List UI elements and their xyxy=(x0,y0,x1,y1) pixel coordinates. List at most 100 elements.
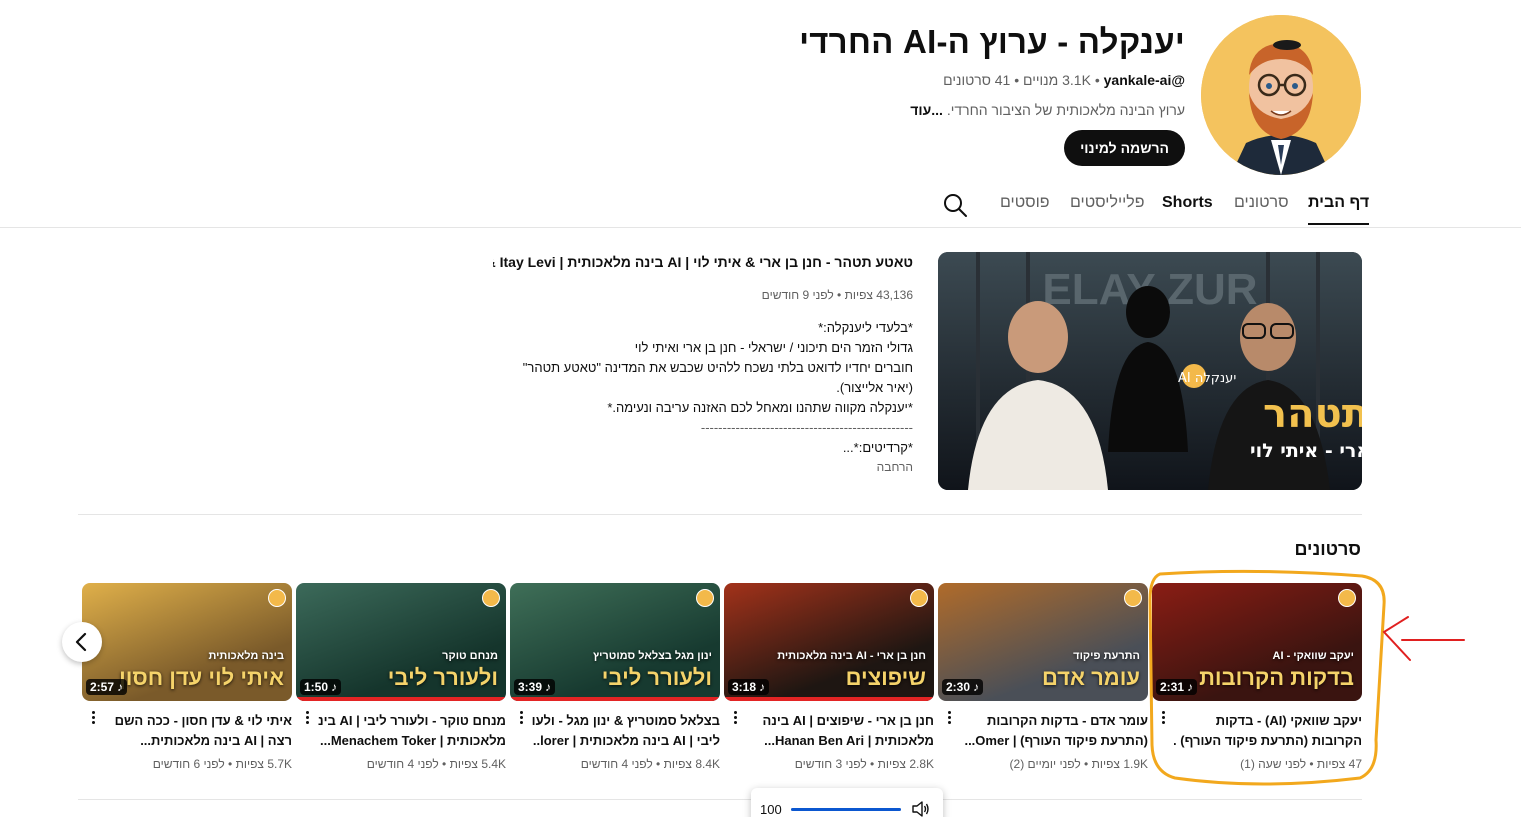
more-options-icon[interactable] xyxy=(518,709,524,727)
featured-thumbnail-art: ELAY ZUR טאטע תטהר חנן בן ארי - איתי לוי… xyxy=(938,252,1362,490)
tab-videos[interactable]: סרטונים xyxy=(1234,194,1289,212)
video-title[interactable]: איתי לוי & עדן חסון - ככה השם רצה | AI ב… xyxy=(82,711,292,751)
video-title-line: (התרעת פיקוד העורף) | Omer... xyxy=(964,733,1148,748)
more-options-icon[interactable] xyxy=(946,709,952,727)
video-title-line: רצה | AI בינה מלאכותית... xyxy=(140,733,292,748)
meta-separator: ‏ • xyxy=(1010,72,1024,88)
video-title[interactable]: חנן בן ארי - שיפוצים | AI בינה מלאכותית … xyxy=(724,711,934,751)
channel-avatar[interactable] xyxy=(1201,15,1361,175)
channel-tabs: דף הבית סרטונים Shorts פלייליסטים פוסטים xyxy=(0,188,1521,228)
chevron-left-icon xyxy=(75,632,87,652)
section-divider xyxy=(78,514,1362,515)
description-more-link[interactable]: ...עוד xyxy=(910,102,947,118)
desc-line: *יענקלה מקווה שתהנו ומאחל לכם האזנה עריב… xyxy=(607,400,913,415)
video-title[interactable]: בצלאל סמוטריץ & ינון מגל - ולעורר ליבי |… xyxy=(510,711,720,751)
videos-section-title[interactable]: סרטונים xyxy=(1294,539,1361,560)
video-card[interactable]: יעקב שוואקי - AI בדקות הקרובות 2:31 ♪ יעק… xyxy=(1152,583,1362,771)
more-options-icon[interactable] xyxy=(304,709,310,727)
subscriber-count: 3.1K מנויים xyxy=(1023,72,1091,88)
video-title-line: עומר אדם - בדקות הקרובות xyxy=(987,713,1148,728)
watch-progress-bar xyxy=(296,697,506,701)
desc-line: *קרדיטים:*... xyxy=(842,440,913,455)
subscribe-button[interactable]: הרשמה למינוי xyxy=(1064,130,1185,166)
channel-badge-icon xyxy=(1338,589,1356,607)
video-duration: 3:18 ♪ xyxy=(728,679,770,695)
video-duration: 1:50 ♪ xyxy=(300,679,342,695)
thumbnail-overlay-small: ינון מגל בצלאל סמוטריץ xyxy=(593,650,712,663)
more-options-icon[interactable] xyxy=(90,709,96,727)
volume-popup[interactable]: 100 xyxy=(751,788,943,817)
speaker-icon[interactable] xyxy=(912,801,930,817)
volume-slider[interactable] xyxy=(791,808,901,811)
desc-line: חוברים יחדיו לדואט בלתי נשכח ללהיט שכבש … xyxy=(522,360,913,375)
video-title-line: יעקב שוואקי (AI) - בדקות xyxy=(1215,713,1362,728)
desc-line: גדולי הזמר הים תיכוני / ישראלי - חנן בן … xyxy=(634,340,913,355)
video-meta: 5.7K צפיות • לפני 6 חודשים xyxy=(152,757,292,771)
cartoon-avatar-icon xyxy=(1201,15,1361,175)
video-thumbnail[interactable]: יעקב שוואקי - AI בדקות הקרובות 2:31 ♪ xyxy=(1152,583,1362,701)
video-meta: 5.4K צפיות • לפני 4 חודשים xyxy=(366,757,506,771)
channel-handle: @yankale-ai xyxy=(1103,72,1185,88)
shelf-previous-button[interactable] xyxy=(62,622,102,662)
video-card[interactable]: ינון מגל בצלאל סמוטריץ ולעורר ליבי 3:39 ♪… xyxy=(510,583,720,771)
more-options-icon[interactable] xyxy=(1160,709,1166,727)
video-card[interactable]: מנחם טוקר ולעורר ליבי 1:50 ♪ מנחם טוקר - … xyxy=(296,583,506,771)
featured-video-title[interactable]: טאטע תטהר - חנן בן ארי & איתי לוי | AI ב… xyxy=(493,252,913,272)
video-title-line: הקרובות (התרעת פיקוד העורף) ... xyxy=(1174,733,1362,748)
video-title-line: בצלאל סמוטריץ & ינון מגל - ולעורר xyxy=(532,713,720,728)
featured-video-thumbnail[interactable]: ELAY ZUR טאטע תטהר חנן בן ארי - איתי לוי… xyxy=(938,252,1362,490)
video-card[interactable]: התרעת פיקוד עומר אדם 2:30 ♪ עומר אדם - בד… xyxy=(938,583,1148,771)
video-duration: 2:57 ♪ xyxy=(86,679,128,695)
desc-line: *בלעדי ליענקלה:* xyxy=(818,320,913,335)
channel-badge-icon xyxy=(1124,589,1142,607)
video-meta: 2.8K צפיות • לפני 3 חודשים xyxy=(794,757,934,771)
tab-shorts[interactable]: Shorts xyxy=(1162,194,1213,212)
music-note-icon: ♪ xyxy=(759,680,766,694)
channel-meta: @yankale-ai‏ • 3.1K מנויים‏ • 41 סרטונים xyxy=(585,72,1185,88)
desc-line: ----------------------------------------… xyxy=(700,420,913,435)
channel-badge-icon xyxy=(910,589,928,607)
video-thumbnail[interactable]: מנחם טוקר ולעורר ליבי 1:50 ♪ xyxy=(296,583,506,701)
channel-badge-icon xyxy=(268,589,286,607)
video-card[interactable]: חנן בן ארי - AI בינה מלאכותית שיפוצים 3:… xyxy=(724,583,934,771)
video-meta: 8.4K צפיות • לפני 4 חודשים xyxy=(580,757,720,771)
video-title-line: מנחם טוקר - ולעורר ליבי | AI בינה xyxy=(318,713,506,728)
more-options-icon[interactable] xyxy=(732,709,738,727)
thumbnail-overlay-small: התרעת פיקוד xyxy=(1073,650,1140,663)
channel-badge-icon xyxy=(696,589,714,607)
video-duration: 2:30 ♪ xyxy=(942,679,984,695)
video-card[interactable]: בינה מלאכותית איתי לוי עדן חסון 2:57 ♪ אי… xyxy=(82,583,292,771)
video-title[interactable]: מנחם טוקר - ולעורר ליבי | AI בינה מלאכות… xyxy=(296,711,506,751)
annotation-arrow xyxy=(1382,616,1465,661)
video-thumbnail[interactable]: ינון מגל בצלאל סמוטריץ ולעורר ליבי 3:39 ♪ xyxy=(510,583,720,701)
channel-description-text: ערוץ הבינה מלאכותית של הציבור החרדי. xyxy=(946,102,1185,118)
channel-description[interactable]: ערוץ הבינה מלאכותית של הציבור החרדי. ...… xyxy=(585,102,1185,118)
search-icon[interactable] xyxy=(942,192,968,218)
video-title-line: איתי לוי & עדן חסון - ככה השם xyxy=(114,713,292,728)
video-title[interactable]: עומר אדם - בדקות הקרובות (התרעת פיקוד הע… xyxy=(938,711,1148,751)
thumbnail-overlay-small: בינה מלאכותית xyxy=(208,650,284,663)
channel-title: יענקלה - ערוץ ה-AI החרדי xyxy=(799,23,1185,60)
video-title[interactable]: יעקב שוואקי (AI) - בדקות הקרובות (התרעת … xyxy=(1152,711,1362,751)
music-note-icon: ♪ xyxy=(117,680,124,694)
channel-info: יענקלה - ערוץ ה-AI החרדי @yankale-ai‏ • … xyxy=(585,22,1185,166)
tab-home[interactable]: דף הבית xyxy=(1308,194,1370,225)
read-more-link[interactable]: הרחבה xyxy=(493,460,913,474)
tab-playlists[interactable]: פלייליסטים xyxy=(1070,194,1144,212)
featured-video-details: טאטע תטהר - חנן בן ארי & איתי לוי | AI ב… xyxy=(493,252,913,474)
tab-posts[interactable]: פוסטים xyxy=(1000,194,1050,212)
video-thumbnail[interactable]: התרעת פיקוד עומר אדם 2:30 ♪ xyxy=(938,583,1148,701)
video-thumbnail[interactable]: חנן בן ארי - AI בינה מלאכותית שיפוצים 3:… xyxy=(724,583,934,701)
featured-video-description: *בלעדי ליענקלה:* גדולי הזמר הים תיכוני /… xyxy=(493,318,913,458)
video-title-line: חנן בן ארי - שיפוצים | AI בינה xyxy=(762,713,934,728)
thumbnail-overlay-small: יעקב שוואקי - AI xyxy=(1272,650,1354,663)
watch-progress-bar xyxy=(510,697,720,701)
featured-thumb-sub-text: חנן בן ארי - איתי לוי xyxy=(1250,440,1362,462)
video-title-line: ליבי | AI בינה מלאכותית | lorer... xyxy=(532,733,720,748)
featured-thumb-badge: יענקלה AI xyxy=(1178,371,1236,386)
desc-line: (יאיר אלייצור). xyxy=(836,380,913,395)
thumbnail-overlay-small: מנחם טוקר xyxy=(442,650,498,663)
volume-value: 100 xyxy=(760,802,782,817)
video-thumbnail[interactable]: בינה מלאכותית איתי לוי עדן חסון 2:57 ♪ xyxy=(82,583,292,701)
video-duration: 3:39 ♪ xyxy=(514,679,556,695)
